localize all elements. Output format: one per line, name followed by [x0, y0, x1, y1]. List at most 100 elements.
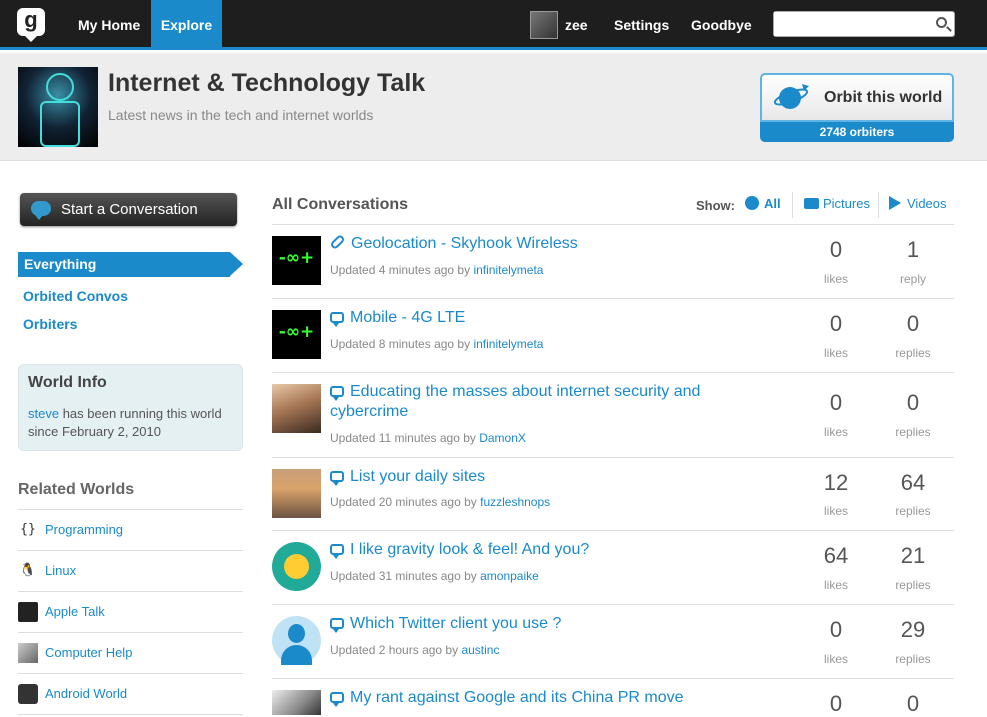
conversation-meta: Updated 20 minutes ago by fuzzleshnops: [330, 495, 550, 509]
curly-braces-icon: {}: [20, 522, 36, 537]
divider: [18, 509, 243, 510]
start-conversation-button[interactable]: Start a Conversation: [20, 193, 237, 226]
search-box: [773, 11, 955, 37]
nav-my-home[interactable]: My Home: [78, 0, 140, 47]
gravity-logo-icon[interactable]: g: [17, 8, 45, 42]
divider: [272, 298, 954, 299]
divider: [272, 457, 954, 458]
conversation-thumbnail[interactable]: [272, 310, 321, 359]
replies-count: 21: [900, 543, 926, 568]
conversation-title[interactable]: My rant against Google and its China PR …: [330, 688, 730, 708]
likes-count: 0: [829, 237, 843, 262]
filter-all[interactable]: All: [745, 196, 781, 216]
conversation-thumbnail[interactable]: [272, 384, 321, 433]
likes-label: likes: [823, 504, 848, 518]
conversation-title[interactable]: Geolocation - Skyhook Wireless: [329, 233, 730, 254]
chat-bubble-icon: [330, 471, 344, 486]
conversation-title[interactable]: Educating the masses about internet secu…: [330, 382, 730, 422]
world-info-heading: World Info: [28, 374, 107, 391]
world-header: Internet & Technology Talk Latest news i…: [0, 53, 987, 161]
top-nav: g My Home Explore zee Settings Goodbye: [0, 0, 987, 50]
replies-label: replies: [895, 346, 931, 360]
nav-user[interactable]: zee: [565, 0, 588, 47]
conversation-thumbnail[interactable]: [272, 236, 321, 285]
author-link[interactable]: austinc: [461, 643, 499, 657]
conversation-thumbnail[interactable]: [272, 469, 321, 518]
orbiters-count[interactable]: 2748 orbiters: [760, 122, 954, 142]
updated-text: Updated 31 minutes ago by: [330, 569, 481, 583]
replies-count: 1: [906, 237, 920, 262]
likes-count: 0: [829, 617, 843, 642]
nav-settings[interactable]: Settings: [614, 0, 669, 47]
apple-icon: [18, 602, 38, 622]
replies-label: replies: [895, 504, 931, 518]
chat-bubble-icon: [330, 386, 344, 401]
conversation-title-text: List your daily sites: [350, 468, 486, 485]
author-link[interactable]: amonpaike: [480, 569, 539, 583]
replies-label: replies: [895, 425, 931, 439]
conversation-thumbnail[interactable]: [272, 542, 321, 591]
start-conversation-label: Start a Conversation: [61, 201, 198, 218]
divider: [792, 192, 793, 218]
divider: [18, 591, 243, 592]
conversation-title-text: I like gravity look & feel! And you?: [350, 541, 590, 558]
avatar[interactable]: [530, 11, 558, 39]
updated-text: Updated 8 minutes ago by: [330, 337, 474, 351]
likes-label: likes: [823, 346, 848, 360]
filter-videos[interactable]: Videos: [889, 196, 947, 216]
updated-text: Updated 2 hours ago by: [330, 643, 462, 657]
search-input[interactable]: [774, 12, 924, 36]
divider: [272, 678, 954, 679]
filter-videos-label: Videos: [907, 196, 947, 211]
sidebar-item-orbiters[interactable]: Orbiters: [23, 316, 77, 332]
conversation-title-text: Mobile - 4G LTE: [350, 309, 466, 326]
replies-count: 64: [900, 470, 926, 495]
replies-label: replies: [895, 578, 931, 592]
divider: [18, 632, 243, 633]
computer-icon: [18, 643, 38, 663]
conversation-title[interactable]: Which Twitter client you use ?: [330, 614, 730, 634]
divider: [18, 673, 243, 674]
filter-pictures[interactable]: Pictures: [804, 196, 870, 216]
likes-label: likes: [823, 578, 848, 592]
play-icon: [889, 196, 901, 210]
replies-count: 0: [906, 390, 920, 415]
sidebar-item-everything[interactable]: Everything: [18, 252, 243, 277]
replies-label: replies: [895, 652, 931, 666]
related-world-label: Computer Help: [45, 645, 133, 660]
orbit-world-button[interactable]: Orbit this world: [760, 73, 954, 122]
related-worlds-heading: Related Worlds: [18, 481, 135, 498]
conversation-title[interactable]: I like gravity look & feel! And you?: [330, 540, 730, 560]
nav-explore[interactable]: Explore: [151, 0, 222, 47]
conversation-thumbnail[interactable]: [272, 690, 321, 715]
likes-count: 0: [829, 311, 843, 336]
page-title: Internet & Technology Talk: [108, 69, 426, 97]
search-icon[interactable]: [936, 17, 947, 28]
chat-bubble-icon: [330, 312, 344, 327]
likes-count: 64: [823, 543, 849, 568]
author-link[interactable]: infinitelymeta: [473, 337, 543, 351]
globe-icon: [745, 196, 759, 210]
updated-text: Updated 4 minutes ago by: [330, 263, 474, 277]
world-owner-link[interactable]: steve: [28, 406, 59, 421]
conversation-title[interactable]: Mobile - 4G LTE: [330, 308, 730, 328]
replies-count: 0: [906, 311, 920, 336]
divider: [272, 604, 954, 605]
conversation-title-text: My rant against Google and its China PR …: [350, 689, 684, 706]
author-link[interactable]: fuzzleshnops: [480, 495, 550, 509]
divider: [272, 372, 954, 373]
likes-label: likes: [823, 652, 848, 666]
conversation-meta: Updated 8 minutes ago by infinitelymeta: [330, 337, 543, 351]
author-link[interactable]: DamonX: [479, 431, 526, 445]
android-icon: [18, 684, 38, 704]
conversation-thumbnail[interactable]: [272, 616, 321, 665]
author-link[interactable]: infinitelymeta: [473, 263, 543, 277]
conversation-title[interactable]: List your daily sites: [330, 467, 730, 487]
penguin-icon: 🐧: [19, 563, 37, 578]
world-info-box: World Info steve has been running this w…: [18, 364, 243, 451]
nav-goodbye[interactable]: Goodbye: [691, 0, 752, 47]
sidebar-item-orbited-convos[interactable]: Orbited Convos: [23, 288, 128, 304]
world-info-text: steve has been running this world since …: [28, 405, 238, 441]
filter-pictures-label: Pictures: [823, 196, 870, 211]
show-label: Show:: [696, 198, 735, 213]
